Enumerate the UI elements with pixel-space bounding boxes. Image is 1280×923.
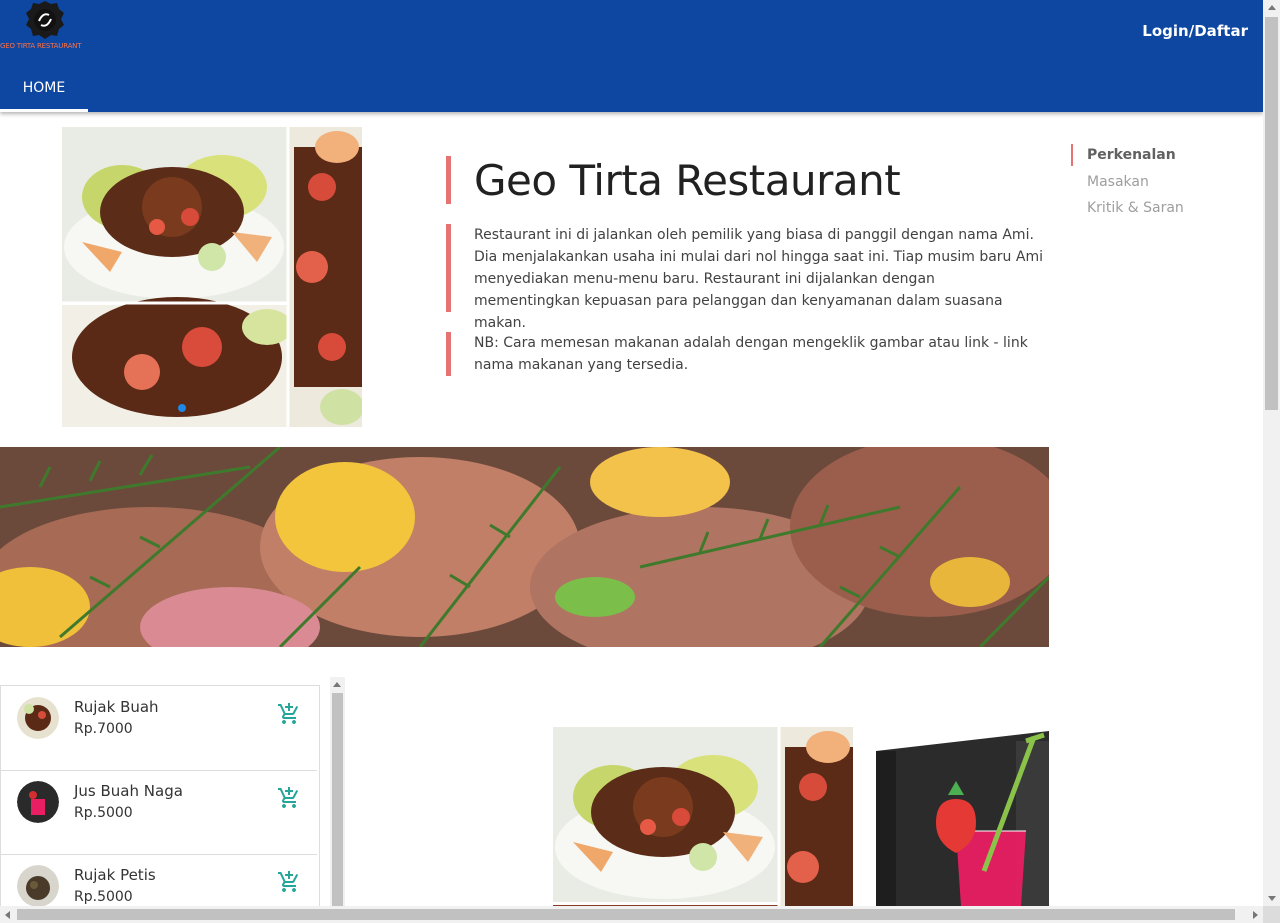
parallax-banner-image xyxy=(0,447,1049,647)
menu-item-name[interactable]: Jus Buah Naga xyxy=(74,782,183,800)
login-register-link[interactable]: Login/Daftar xyxy=(1142,22,1248,40)
brand-name: GEO TIRTA RESTAURANT xyxy=(0,42,82,50)
food-image-carousel[interactable] xyxy=(62,127,362,427)
add-shopping-cart-icon[interactable] xyxy=(277,870,301,894)
rujak-petis-thumbnail[interactable] xyxy=(17,865,59,907)
jus-buah-naga-thumbnail[interactable] xyxy=(17,781,59,823)
menu-item-name[interactable]: Rujak Buah xyxy=(74,698,159,716)
scroll-right-arrow-icon[interactable] xyxy=(1253,911,1258,919)
rujak-plate-image xyxy=(62,127,362,427)
logo-badge-icon xyxy=(26,1,64,39)
menu-item-name[interactable]: Rujak Petis xyxy=(74,866,156,884)
food-gallery-carousel[interactable] xyxy=(553,727,853,906)
rujak-gallery-image xyxy=(553,727,853,906)
intro-paragraph: Restaurant ini di jalankan oleh pemilik … xyxy=(474,227,1043,331)
menu-item-price: Rp.5000 xyxy=(74,805,133,821)
menu-list[interactable]: Rujak Buah Rp.7000 Jus Buah Naga Rp.5000… xyxy=(0,685,320,908)
page-vertical-scrollbar[interactable] xyxy=(1263,0,1280,906)
title-accent-bar xyxy=(446,156,451,204)
scrollspy-perkenalan[interactable]: Perkenalan xyxy=(1087,147,1176,163)
page-horizontal-scrollbar[interactable] xyxy=(0,906,1263,923)
scroll-up-arrow-icon[interactable] xyxy=(333,682,341,687)
list-item[interactable]: Jus Buah Naga Rp.5000 xyxy=(1,770,317,855)
menu-list-scrollbar[interactable] xyxy=(330,677,345,907)
page-title: Geo Tirta Restaurant xyxy=(474,156,901,205)
scrollspy-masakan[interactable]: Masakan xyxy=(1087,174,1149,190)
add-shopping-cart-icon[interactable] xyxy=(277,786,301,810)
scrollspy-kritik-saran[interactable]: Kritik & Saran xyxy=(1087,200,1184,216)
scrollbar-corner xyxy=(1263,906,1280,923)
grilled-meat-skewer-image xyxy=(0,447,1049,647)
dragon-fruit-juice-image xyxy=(876,731,1049,906)
scroll-up-arrow-icon[interactable] xyxy=(1268,5,1276,10)
order-note: NB: Cara memesan makanan adalah dengan m… xyxy=(474,335,1028,373)
add-shopping-cart-icon[interactable] xyxy=(277,702,301,726)
top-navbar: GEO TIRTA RESTAURANT Login/Daftar HOME xyxy=(0,0,1263,112)
brand-logo[interactable]: GEO TIRTA RESTAURANT xyxy=(0,0,92,56)
paragraph-accent-bar xyxy=(446,224,451,312)
scrollbar-thumb[interactable] xyxy=(332,693,343,907)
scrollspy-active-marker xyxy=(1071,144,1073,166)
scrollbar-thumb[interactable] xyxy=(1265,17,1278,410)
scroll-down-arrow-icon[interactable] xyxy=(1268,896,1276,901)
note-accent-bar xyxy=(446,332,451,376)
drink-gallery-image[interactable] xyxy=(876,731,1049,906)
rujak-buah-thumbnail[interactable] xyxy=(17,697,59,739)
scrollbar-thumb[interactable] xyxy=(17,909,1235,920)
menu-item-price: Rp.5000 xyxy=(74,889,133,905)
tab-home[interactable]: HOME xyxy=(0,66,88,112)
list-item[interactable]: Rujak Buah Rp.7000 xyxy=(1,686,317,771)
carousel-indicator[interactable] xyxy=(178,404,186,412)
list-item[interactable]: Rujak Petis Rp.5000 xyxy=(1,854,317,908)
menu-item-price: Rp.7000 xyxy=(74,721,133,737)
scroll-left-arrow-icon[interactable] xyxy=(5,911,10,919)
